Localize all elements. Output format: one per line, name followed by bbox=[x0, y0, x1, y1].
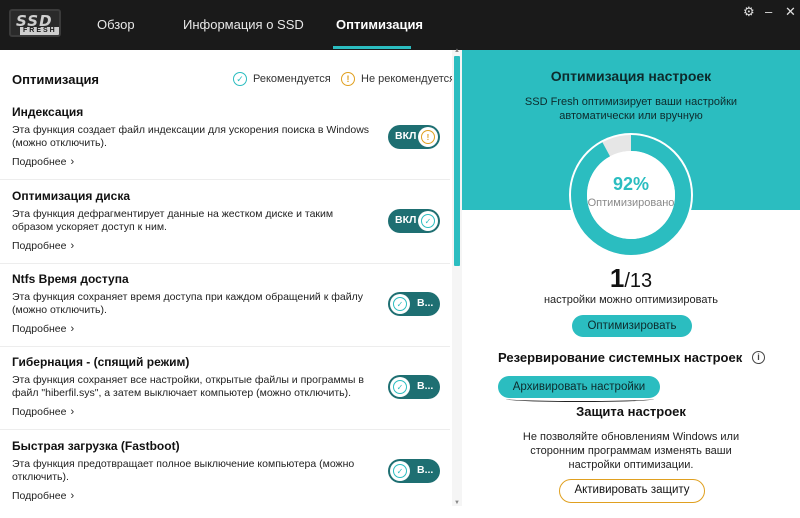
item-title: Индексация bbox=[12, 105, 84, 119]
scroll-up-icon[interactable]: ▲ bbox=[452, 48, 462, 56]
list-item: Быстрая загрузка (Fastboot) Эта функция … bbox=[0, 439, 450, 518]
chevron-right-icon: › bbox=[70, 406, 75, 418]
check-icon: ✓ bbox=[393, 464, 407, 478]
toggle-label: В... bbox=[417, 464, 434, 476]
backup-section-title: Резервирование системных настроек bbox=[498, 350, 743, 365]
legend-not-recommended: ! Не рекомендуется bbox=[341, 72, 455, 86]
chevron-right-icon: › bbox=[70, 240, 75, 252]
gauge-center bbox=[587, 151, 675, 239]
legend-recommended: ✓ Рекомендуется bbox=[233, 72, 331, 86]
scrollbar-thumb[interactable] bbox=[454, 56, 460, 266]
optimized-percent: 92% bbox=[612, 174, 650, 194]
top-bar: SSD FRESH Обзор Информация о SSD Оптимиз… bbox=[0, 0, 800, 50]
count-total: /13 bbox=[624, 270, 653, 292]
hibernation-toggle[interactable]: ✓ В... bbox=[388, 375, 440, 399]
legend-label: Не рекомендуется bbox=[361, 73, 456, 85]
item-description: Эта функция создает файл индексации для … bbox=[12, 124, 370, 149]
activate-protection-button[interactable]: Активировать защиту bbox=[559, 479, 705, 503]
optimizable-count: 1/13 bbox=[462, 263, 800, 294]
more-link[interactable]: Подробнее › bbox=[12, 490, 74, 502]
archive-settings-button[interactable]: Архивировать настройки bbox=[498, 376, 660, 398]
check-icon: ✓ bbox=[393, 297, 407, 311]
toggle-label: ВКЛ bbox=[395, 130, 417, 142]
protection-section-title: Защита настроек bbox=[576, 404, 686, 419]
chevron-right-icon: › bbox=[70, 490, 75, 502]
more-link[interactable]: Подробнее › bbox=[12, 240, 74, 252]
legend-label: Рекомендуется bbox=[253, 73, 331, 85]
toggle-knob: ✓ bbox=[390, 461, 410, 481]
ntfs-access-time-toggle[interactable]: ✓ В... bbox=[388, 292, 440, 316]
list-item: Оптимизация диска Эта функция дефрагмент… bbox=[0, 189, 450, 272]
optimization-list-panel: Оптимизация ✓ Рекомендуется ! Не рекомен… bbox=[0, 50, 462, 518]
list-item: Гибернация - (спящий режим) Эта функция … bbox=[0, 355, 450, 438]
item-description: Эта функция дефрагментирует данные на же… bbox=[12, 208, 334, 233]
app-logo: SSD FRESH bbox=[9, 9, 61, 37]
minimize-icon[interactable]: – bbox=[765, 4, 772, 20]
scroll-down-icon[interactable]: ▼ bbox=[452, 500, 462, 508]
optimized-label: Оптимизировано bbox=[587, 197, 675, 209]
more-link-label: Подробнее bbox=[12, 156, 67, 168]
warning-icon: ! bbox=[421, 130, 435, 144]
settings-optimization-panel: Оптимизация настроек SSD Fresh оптимизир… bbox=[462, 50, 800, 518]
item-title: Ntfs Время доступа bbox=[12, 272, 129, 286]
divider bbox=[0, 263, 450, 264]
item-title: Гибернация - (спящий режим) bbox=[12, 355, 190, 369]
more-link-label: Подробнее bbox=[12, 406, 67, 418]
divider bbox=[0, 346, 450, 347]
toggle-knob: ! bbox=[418, 127, 438, 147]
chevron-right-icon: › bbox=[70, 156, 75, 168]
gear-icon[interactable]: ⚙ bbox=[743, 4, 755, 20]
tab-overview[interactable]: Обзор bbox=[97, 0, 135, 50]
fastboot-toggle[interactable]: ✓ В... bbox=[388, 459, 440, 483]
info-icon[interactable]: i bbox=[752, 351, 765, 364]
toggle-knob: ✓ bbox=[418, 211, 438, 231]
optimize-button[interactable]: Оптимизировать bbox=[572, 315, 692, 337]
more-link[interactable]: Подробнее › bbox=[12, 406, 74, 418]
toggle-label: В... bbox=[417, 380, 434, 392]
logo-subtext: FRESH bbox=[20, 27, 59, 35]
count-label: настройки можно оптимизировать bbox=[543, 294, 719, 306]
warning-icon: ! bbox=[341, 72, 355, 86]
item-title: Быстрая загрузка (Fastboot) bbox=[12, 439, 180, 453]
check-icon: ✓ bbox=[393, 380, 407, 394]
count-current: 1 bbox=[609, 263, 625, 293]
check-icon: ✓ bbox=[421, 214, 435, 228]
item-description: Эта функция предотвращает полное выключе… bbox=[12, 458, 355, 483]
more-link-label: Подробнее bbox=[12, 240, 67, 252]
toggle-knob: ✓ bbox=[390, 294, 410, 314]
tab-optimization[interactable]: Оптимизация bbox=[336, 0, 423, 50]
tab-ssd-info[interactable]: Информация о SSD bbox=[183, 0, 304, 50]
close-icon[interactable]: ✕ bbox=[785, 4, 796, 20]
more-link-label: Подробнее bbox=[12, 323, 67, 335]
more-link[interactable]: Подробнее › bbox=[12, 156, 74, 168]
list-item: Ntfs Время доступа Эта функция сохраняет… bbox=[0, 272, 450, 355]
chevron-right-icon: › bbox=[70, 323, 75, 335]
more-link[interactable]: Подробнее › bbox=[12, 323, 74, 335]
disk-optimization-toggle[interactable]: ВКЛ ✓ bbox=[388, 209, 440, 233]
divider bbox=[0, 179, 450, 180]
panel-heading: Оптимизация bbox=[12, 72, 100, 87]
check-icon: ✓ bbox=[233, 72, 247, 86]
item-title: Оптимизация диска bbox=[12, 189, 131, 203]
panel-subtitle: SSD Fresh оптимизирует ваши настройки ав… bbox=[524, 96, 738, 122]
optimization-gauge bbox=[569, 133, 693, 257]
toggle-label: В... bbox=[417, 297, 434, 309]
item-description: Эта функция сохраняет все настройки, отк… bbox=[12, 374, 364, 399]
more-link-label: Подробнее bbox=[12, 490, 67, 502]
active-tab-indicator bbox=[333, 46, 411, 49]
list-item: Индексация Эта функция создает файл инде… bbox=[0, 105, 450, 188]
indexing-toggle[interactable]: ВКЛ ! bbox=[388, 125, 440, 149]
toggle-label: ВКЛ bbox=[395, 214, 417, 226]
panel-title: Оптимизация настроек bbox=[550, 68, 712, 84]
item-description: Эта функция сохраняет время доступа при … bbox=[12, 291, 363, 316]
toggle-knob: ✓ bbox=[390, 377, 410, 397]
protection-description: Не позволяйте обновлениям Windows или ст… bbox=[522, 431, 740, 471]
divider bbox=[0, 429, 450, 430]
